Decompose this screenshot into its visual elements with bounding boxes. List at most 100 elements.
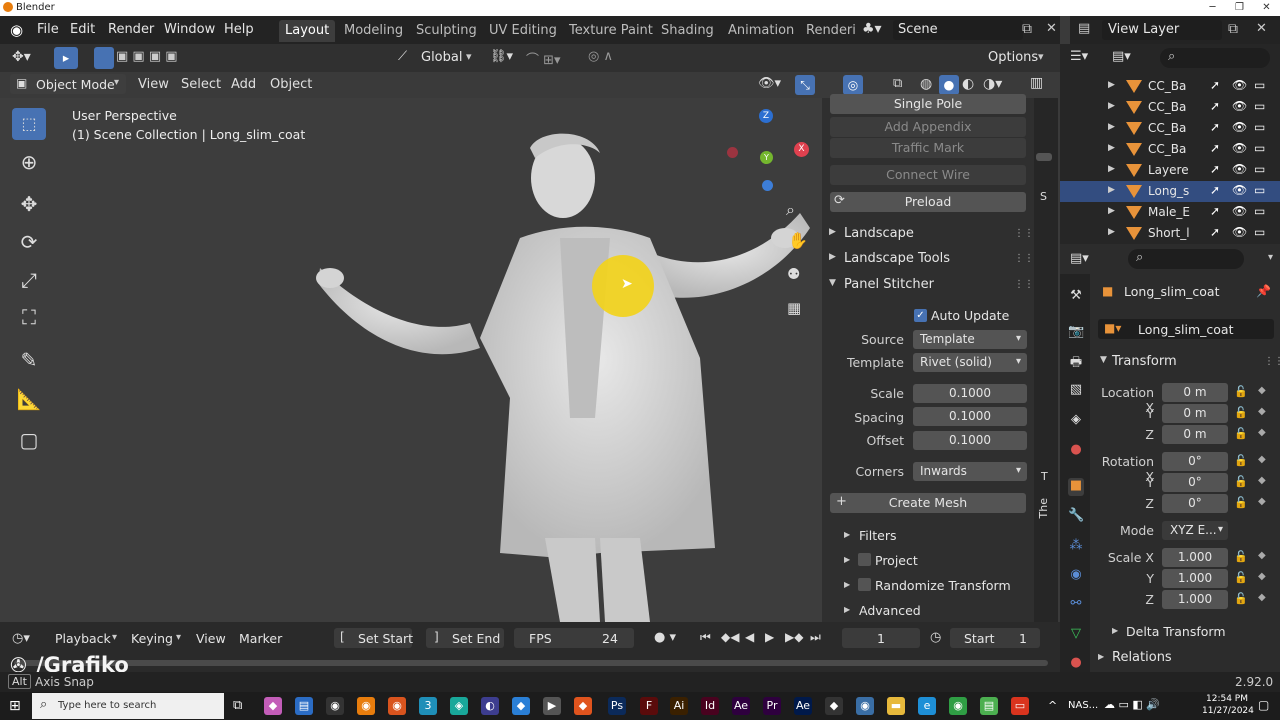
landscape-tools-label[interactable]: Landscape Tools — [844, 251, 950, 266]
pin-icon[interactable]: 📌 — [1256, 284, 1271, 298]
offset-field[interactable]: 0.1000 — [913, 431, 1027, 450]
taskbar-app-icon[interactable]: ▤ — [295, 697, 313, 715]
viewport-menu-select[interactable]: Select — [181, 77, 221, 92]
tab-shading[interactable]: Shading — [655, 20, 720, 42]
jump-start-icon[interactable]: ⏮ — [700, 630, 711, 645]
create-mesh-button[interactable]: Create Mesh — [830, 493, 1026, 513]
physics-tab-icon[interactable]: ◉ — [1068, 567, 1084, 585]
editor-type-icon[interactable]: ✥▾ — [12, 49, 31, 65]
taskbar-app-icon[interactable]: e — [918, 697, 936, 715]
rotation-y-field[interactable]: 0° — [1162, 473, 1228, 492]
play-reverse-icon[interactable]: ◀ — [745, 630, 754, 644]
visibility-eye-icon[interactable]: 👁▾ — [758, 76, 781, 91]
outliner-row[interactable]: ▶ CC_Ba ➚ 👁 ▭ — [1060, 97, 1280, 118]
render-visibility-icon[interactable]: ▭ — [1254, 183, 1265, 197]
prev-keyframe-icon[interactable]: ◆◀ — [721, 630, 739, 644]
clock-time[interactable]: 12:54 PM — [1206, 694, 1248, 704]
render-tab-icon[interactable]: 📷 — [1068, 324, 1084, 342]
gizmo-y-axis[interactable]: Y — [760, 151, 773, 164]
keyframe-dot-icon[interactable]: ◆ — [1258, 406, 1266, 417]
expand-arrow-icon[interactable]: ▶ — [1108, 80, 1115, 90]
location-x-field[interactable]: 0 m — [1162, 383, 1228, 402]
close-button[interactable]: ✕ — [1253, 0, 1280, 16]
select-box-tool-icon[interactable]: ⬚ — [12, 108, 46, 140]
corners-dropdown[interactable]: Inwards — [913, 462, 1027, 481]
overlays-toggle-icon[interactable]: ◎ — [843, 75, 863, 95]
taskbar-app-icon[interactable]: Id — [701, 697, 719, 715]
view-layer-tab-icon[interactable]: ▧ — [1068, 382, 1084, 400]
new-view-layer-icon[interactable]: ⧉ — [1228, 21, 1238, 37]
tab-sculpting[interactable]: Sculpting — [410, 20, 483, 42]
rendered-shading-icon[interactable]: ◑▾ — [983, 76, 1002, 92]
transform-tool-icon[interactable]: ⛶ — [12, 301, 46, 333]
select-mode-extend-icon[interactable]: ▣ ▣ ▣ ▣ — [116, 49, 178, 64]
expand-arrow-icon[interactable]: ▶ — [1108, 206, 1115, 216]
xray-toggle-icon[interactable]: ⧉ — [893, 76, 902, 91]
render-visibility-icon[interactable]: ▭ — [1254, 141, 1265, 155]
tab-animation[interactable]: Animation — [722, 20, 800, 42]
source-dropdown[interactable]: Template — [913, 330, 1027, 349]
select-tool-icon[interactable]: ▸ — [54, 47, 78, 69]
taskbar-app-icon[interactable]: ◉ — [856, 697, 874, 715]
keyframe-dot-icon[interactable]: ◆ — [1258, 496, 1266, 507]
tab-layout[interactable]: Layout — [279, 20, 336, 42]
select-arrow-icon[interactable]: ➚ — [1210, 141, 1220, 155]
properties-search-input[interactable] — [1128, 249, 1244, 269]
add-cube-tool-icon[interactable]: ▢ — [12, 424, 46, 456]
gizmo-z-axis[interactable]: Z — [759, 109, 773, 123]
taskbar-app-icon[interactable]: Pr — [763, 697, 781, 715]
taskbar-app-icon[interactable]: ◉ — [357, 697, 375, 715]
keyframe-dot-icon[interactable]: ◆ — [1258, 592, 1266, 603]
keying-menu[interactable]: Keying — [131, 631, 173, 646]
show-hidden-icons[interactable]: ^ — [1048, 699, 1057, 712]
panel-stitcher-label[interactable]: Panel Stitcher — [844, 277, 934, 292]
outliner-row[interactable]: ▶ Short_l ➚ 👁 ▭ — [1060, 223, 1280, 244]
pan-hand-icon[interactable]: ✋ — [788, 231, 808, 250]
template-dropdown[interactable]: Rivet (solid) — [913, 353, 1027, 372]
tray-icons[interactable]: ☁ ▭ ◧ 🔊 — [1104, 698, 1160, 711]
scale-x-field[interactable]: 1.000 — [1162, 548, 1228, 567]
render-visibility-icon[interactable]: ▭ — [1254, 162, 1265, 176]
viewport-menu-object[interactable]: Object — [270, 77, 312, 92]
timeline-view-menu[interactable]: View — [196, 631, 226, 646]
data-tab-icon[interactable]: ▽ — [1068, 626, 1084, 644]
lock-icon[interactable]: 🔓 — [1234, 406, 1248, 419]
relations-header[interactable]: Relations — [1112, 650, 1172, 665]
visibility-eye-icon[interactable]: 👁 — [1232, 183, 1247, 197]
move-tool-icon[interactable]: ✥ — [12, 188, 46, 220]
select-arrow-icon[interactable]: ➚ — [1210, 225, 1220, 239]
gizmo-neg-x[interactable] — [727, 147, 738, 158]
cursor-tool-icon[interactable]: ⊕ — [12, 146, 46, 178]
playback-menu[interactable]: Playback — [55, 631, 111, 646]
viewport-menu-add[interactable]: Add — [231, 77, 256, 92]
sidebar-tab-s[interactable]: S — [1040, 190, 1047, 203]
delta-transform-header[interactable]: Delta Transform — [1126, 624, 1226, 639]
preload-button[interactable]: Preload — [830, 192, 1026, 212]
wireframe-shading-icon[interactable]: ◍ — [920, 76, 932, 92]
expand-arrow-icon[interactable]: ▶ — [1108, 185, 1115, 195]
lock-icon[interactable]: 🔓 — [1234, 385, 1248, 398]
lock-icon[interactable]: 🔓 — [1234, 571, 1248, 584]
world-tab-icon[interactable]: ● — [1068, 442, 1084, 460]
keyframe-dot-icon[interactable]: ◆ — [1258, 571, 1266, 582]
taskbar-app-icon[interactable]: Ae — [794, 697, 812, 715]
outliner-row[interactable]: ▶ Long_s ➚ 👁 ▭ — [1060, 181, 1280, 202]
visibility-eye-icon[interactable]: 👁 — [1232, 120, 1247, 134]
sidebar-tab-t[interactable]: T — [1041, 470, 1048, 483]
scene-selector-icon[interactable]: ♣▾ — [862, 21, 882, 37]
rotation-x-field[interactable]: 0° — [1162, 452, 1228, 471]
outliner-row[interactable]: ▶ Male_E ➚ 👁 ▭ — [1060, 202, 1280, 223]
transform-panel-header[interactable]: Transform — [1112, 354, 1177, 369]
timeline-scrollbar[interactable] — [14, 660, 1048, 666]
sidebar-tab-the[interactable]: The — [1037, 498, 1050, 518]
taskbar-app-icon[interactable]: 3 — [419, 697, 437, 715]
select-arrow-icon[interactable]: ➚ — [1210, 183, 1220, 197]
menu-help[interactable]: Help — [224, 22, 254, 37]
lock-icon[interactable]: 🔓 — [1234, 427, 1248, 440]
maximize-button[interactable]: ❐ — [1226, 0, 1253, 16]
lock-icon[interactable]: 🔓 — [1234, 475, 1248, 488]
traffic-mark-button[interactable]: Traffic Mark — [830, 138, 1026, 158]
chevron-down-icon[interactable]: ▾ — [1268, 252, 1273, 263]
tab-rendering[interactable]: Renderi — [800, 20, 862, 42]
keyframe-dot-icon[interactable]: ◆ — [1258, 475, 1266, 486]
